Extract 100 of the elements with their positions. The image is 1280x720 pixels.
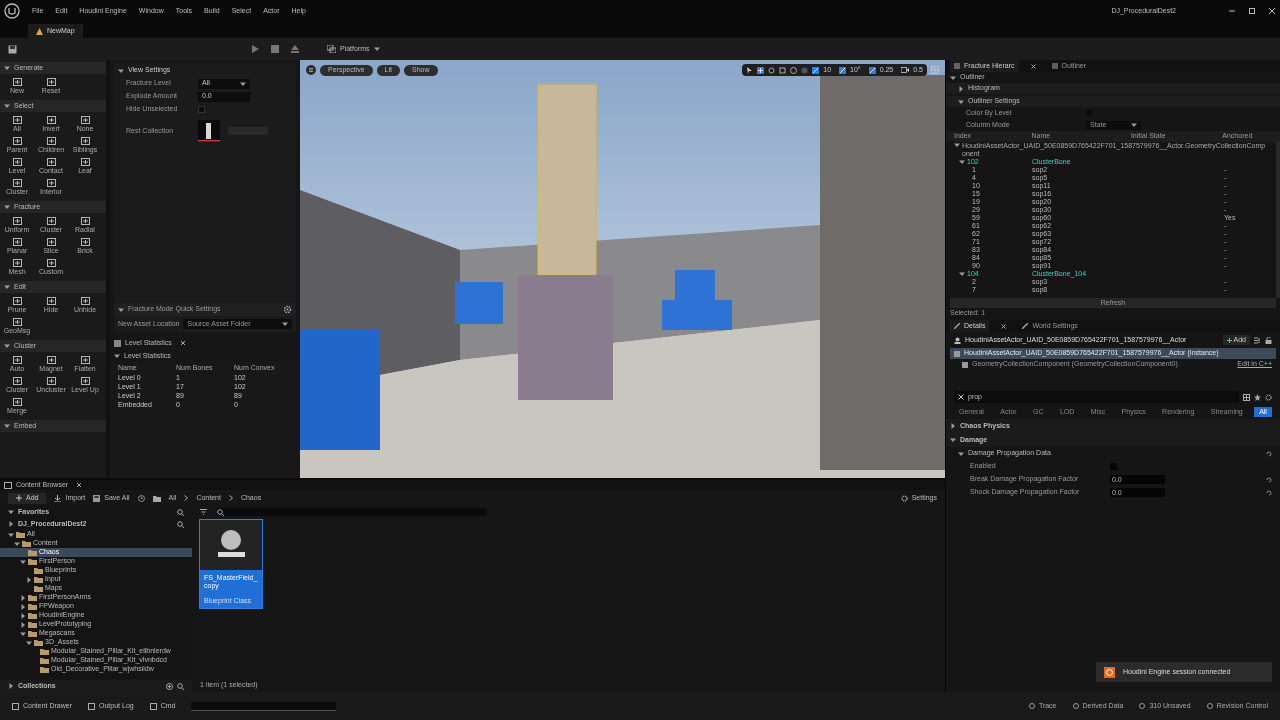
tool-icon: [80, 217, 90, 225]
search-icon[interactable]: [177, 520, 184, 528]
status-icon: [1072, 703, 1079, 709]
tool-icon: [46, 259, 56, 267]
blueprint-icon[interactable]: [1254, 336, 1261, 344]
tool-icon: [12, 137, 22, 145]
pencil-icon: [1022, 323, 1029, 329]
caret-icon[interactable]: [114, 353, 120, 359]
settings-icon: [900, 494, 908, 502]
search-icon[interactable]: [177, 682, 184, 690]
history-icon[interactable]: [137, 494, 145, 502]
console-input[interactable]: [191, 701, 337, 711]
add-collection-icon[interactable]: [166, 682, 173, 690]
tool-icon: [46, 238, 56, 246]
tool-icon: [80, 377, 90, 385]
caret-icon[interactable]: [1131, 122, 1137, 128]
tool-icon: [12, 158, 22, 166]
search-icon: [217, 508, 224, 516]
folder-icon: [4, 481, 12, 489]
tool-icon: [80, 158, 90, 166]
caret-icon[interactable]: [4, 343, 10, 349]
caret-icon[interactable]: [4, 103, 10, 109]
import-icon: [54, 494, 62, 502]
actor-icon: [954, 336, 961, 344]
caret-icon[interactable]: [4, 423, 10, 429]
settings-icon[interactable]: [283, 305, 292, 314]
grid-view-icon[interactable]: [1243, 393, 1250, 401]
tool-icon: [46, 377, 56, 385]
tool-icon: [12, 356, 22, 364]
minimize-icon[interactable]: [1228, 7, 1236, 15]
dropdown-caret-icon[interactable]: [373, 46, 380, 52]
tool-icon: [80, 137, 90, 145]
scale-snap-icon[interactable]: [868, 66, 876, 74]
search-icon[interactable]: [177, 508, 184, 516]
caret-icon[interactable]: [26, 576, 32, 583]
tool-icon: [12, 116, 22, 124]
settings-icon[interactable]: [1265, 393, 1272, 401]
chevron-right-icon: [184, 495, 189, 501]
status-icon: [1206, 703, 1213, 709]
save-icon[interactable]: [8, 44, 17, 54]
caret-icon[interactable]: [118, 306, 124, 313]
search-field[interactable]: [217, 508, 487, 516]
tool-icon: [12, 217, 22, 225]
tool-icon: [46, 158, 56, 166]
lock-icon[interactable]: [1265, 336, 1272, 344]
tool-icon: [12, 259, 22, 267]
tool-icon: [12, 78, 22, 86]
caret-icon[interactable]: [950, 423, 956, 429]
tool-icon: [80, 297, 90, 305]
close-icon[interactable]: [1030, 63, 1036, 69]
select-icon[interactable]: [746, 66, 754, 74]
asset-thumbnail-drawing: [198, 120, 220, 142]
tool-icon: [46, 116, 56, 124]
close-icon[interactable]: [1268, 7, 1276, 15]
star-icon[interactable]: [1254, 393, 1261, 401]
sphere-thumbnail-drawing: [200, 520, 262, 570]
tool-icon: [80, 238, 90, 246]
pencil-icon: [954, 323, 960, 329]
reset-icon[interactable]: [1266, 450, 1272, 457]
status-icon: [1028, 703, 1035, 709]
chevron-right-icon: [228, 495, 233, 501]
caret-icon[interactable]: [4, 284, 10, 290]
tool-icon: [46, 217, 56, 225]
plus-icon: [1226, 337, 1232, 343]
close-icon[interactable]: [179, 340, 186, 346]
eject-icon[interactable]: [291, 45, 299, 53]
maximize-icon[interactable]: [1248, 7, 1256, 15]
move-icon[interactable]: [757, 66, 765, 74]
tool-icon: [46, 78, 56, 86]
menu-icon[interactable]: [306, 65, 316, 75]
caret-icon[interactable]: [118, 67, 124, 74]
grid-snap-icon[interactable]: [812, 66, 820, 74]
caret-icon[interactable]: [959, 271, 965, 277]
tool-icon: [46, 297, 56, 305]
caret-icon[interactable]: [950, 437, 956, 443]
tool-icon: [46, 356, 56, 364]
plus-icon: [16, 495, 22, 501]
filter-icon[interactable]: [200, 509, 209, 515]
tool-icon: [46, 179, 56, 187]
caret-icon[interactable]: [20, 558, 26, 565]
folder-icon[interactable]: [152, 494, 161, 502]
close-icon[interactable]: [76, 482, 83, 488]
close-icon[interactable]: [1001, 323, 1007, 329]
clear-search-icon[interactable]: [958, 394, 964, 400]
tool-icon: [12, 238, 22, 246]
caret-icon[interactable]: [4, 204, 10, 210]
caret-icon[interactable]: [240, 80, 246, 87]
tool-icon: [12, 297, 22, 305]
caret-icon[interactable]: [959, 159, 965, 165]
camera-icon[interactable]: [901, 67, 910, 73]
platforms-icon: [327, 45, 336, 53]
checkbox[interactable]: [198, 106, 205, 113]
tool-icon: [12, 318, 22, 326]
caret-icon[interactable]: [282, 321, 288, 327]
play-icon[interactable]: [251, 45, 259, 53]
caret-icon[interactable]: [8, 683, 14, 689]
engine-logo-icon: [4, 3, 20, 19]
caret-icon[interactable]: [4, 65, 10, 71]
angle-snap-icon[interactable]: [839, 66, 847, 74]
tool-icon: [12, 179, 22, 187]
